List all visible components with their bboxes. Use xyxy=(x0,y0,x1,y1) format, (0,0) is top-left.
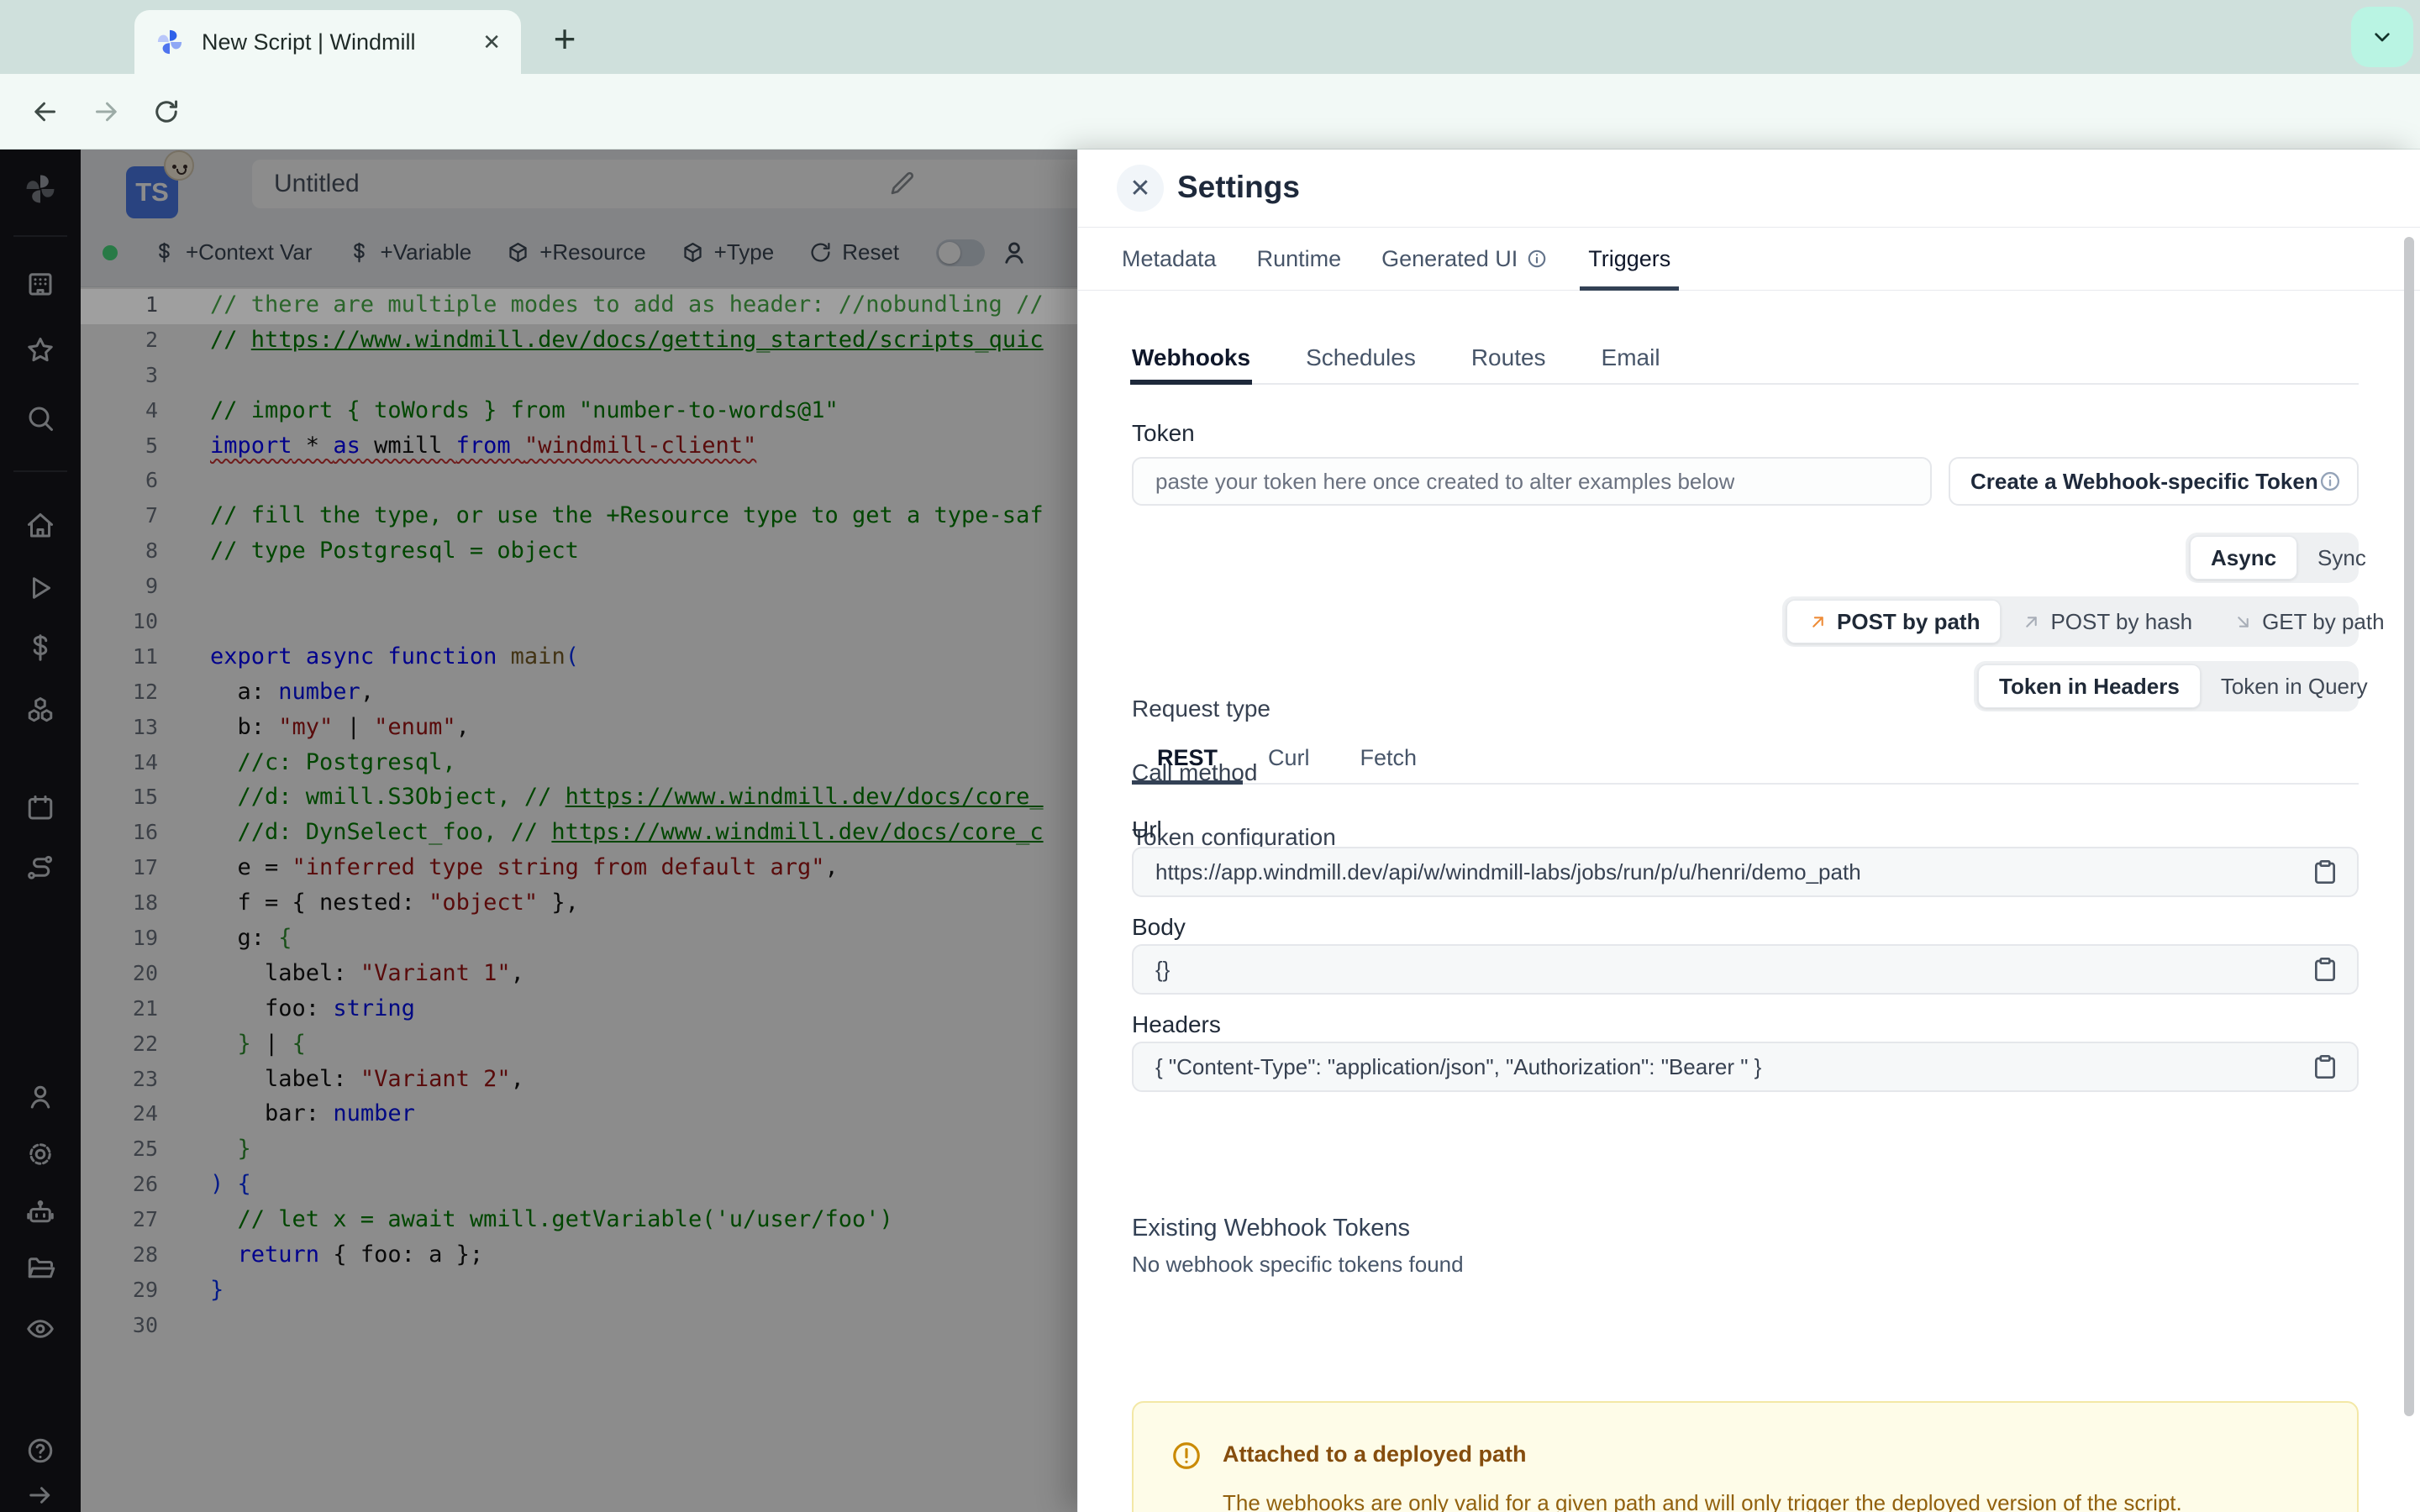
example-tabs: REST Curl Fetch xyxy=(1132,732,2359,785)
settings-drawer: ✕ Settings Metadata Runtime Generated UI Tr… xyxy=(1077,150,2420,1512)
option-label: Sync xyxy=(2317,544,2366,570)
option-async[interactable]: Async xyxy=(2190,536,2298,580)
arrow-up-right-icon xyxy=(1812,616,1823,627)
tab-label: Triggers xyxy=(1588,245,1671,271)
headers-value: { "Content-Type": "application/json", "A… xyxy=(1155,1053,1762,1079)
info-icon xyxy=(2320,471,2339,491)
option-label: GET by path xyxy=(2262,608,2385,634)
body-label: Body xyxy=(1132,914,1186,940)
browser-tab[interactable]: New Script | Windmill ✕ xyxy=(134,10,521,74)
tab-title: New Script | Windmill xyxy=(202,29,416,55)
info-icon xyxy=(1528,249,1546,268)
trigger-tab-webhooks[interactable]: Webhooks xyxy=(1129,333,1253,385)
request-type-toggle: Async Sync xyxy=(2186,533,2366,583)
token-placeholder: paste your token here once created to al… xyxy=(1155,468,1735,494)
copy-clipboard-icon[interactable] xyxy=(2312,956,2338,983)
option-get-by-path[interactable]: GET by path xyxy=(2212,601,2405,643)
url-field[interactable]: https://app.windmill.dev/api/w/windmill-… xyxy=(1132,847,2359,897)
trigger-tab-email[interactable]: Email xyxy=(1602,333,1660,383)
back-icon[interactable] xyxy=(30,97,60,127)
existing-tokens-empty: No webhook specific tokens found xyxy=(1132,1252,1464,1277)
tab-metadata[interactable]: Metadata xyxy=(1102,228,1237,290)
headers-label: Headers xyxy=(1132,1011,1221,1037)
option-sync[interactable]: Sync xyxy=(2297,537,2386,579)
tab-label: Generated UI xyxy=(1381,245,1518,271)
windmill-favicon-icon xyxy=(157,29,182,55)
reload-icon[interactable] xyxy=(151,97,182,127)
headers-field[interactable]: { "Content-Type": "application/json", "A… xyxy=(1132,1042,2359,1092)
body-value: {} xyxy=(1155,956,1171,982)
new-tab-button[interactable]: + xyxy=(544,17,585,60)
close-icon[interactable]: ✕ xyxy=(1117,165,1164,212)
token-label: Token xyxy=(1132,420,1195,446)
settings-tabs: Metadata Runtime Generated UI Triggers xyxy=(1078,227,2420,291)
screen: New Script | Windmill ✕ + app.windmill.d… xyxy=(0,0,2420,1512)
arrow-down-right-icon xyxy=(2238,616,2249,627)
body-field[interactable]: {} xyxy=(1132,944,2359,995)
existing-tokens-title: Existing Webhook Tokens xyxy=(1132,1215,1411,1242)
warning-body: The webhooks are only valid for a given … xyxy=(1223,1490,2182,1512)
alert-circle-icon xyxy=(1173,1442,1200,1469)
option-label: Token in Query xyxy=(2220,673,2368,699)
option-post-by-hash[interactable]: POST by hash xyxy=(2001,601,2212,643)
example-tab-fetch[interactable]: Fetch xyxy=(1335,732,1443,783)
token-configuration-toggle: Token in Headers Token in Query xyxy=(1974,661,2368,711)
url-value: https://app.windmill.dev/api/w/windmill-… xyxy=(1155,858,1861,885)
option-token-in-query[interactable]: Token in Query xyxy=(2201,665,2388,707)
tab-search-button[interactable] xyxy=(2351,7,2413,67)
trigger-tab-routes[interactable]: Routes xyxy=(1471,333,1546,383)
token-input[interactable]: paste your token here once created to al… xyxy=(1132,457,1932,506)
tab-close-icon[interactable]: ✕ xyxy=(482,29,501,55)
deployed-path-warning: Attached to a deployed path The webhooks… xyxy=(1132,1401,2359,1512)
example-tab-curl[interactable]: Curl xyxy=(1243,732,1335,783)
option-post-by-path[interactable]: POST by path xyxy=(1786,600,2002,643)
option-label: Async xyxy=(2211,544,2277,570)
forward-icon[interactable] xyxy=(91,97,121,127)
call-method-toggle: POST by path POST by hash GET by path xyxy=(1782,596,2385,647)
trigger-tabs: Webhooks Schedules Routes Email xyxy=(1129,333,2359,385)
option-label: POST by hash xyxy=(2050,608,2193,634)
browser-tab-strip: New Script | Windmill ✕ + xyxy=(0,0,2420,74)
settings-title: Settings xyxy=(1177,170,1300,204)
browser-toolbar: app.windmill.dev/scripts/add#JTdCJTIyaGF… xyxy=(0,74,2420,213)
app-area: TS Untitled +Context Var +Variable +Resour… xyxy=(0,150,2420,1512)
copy-clipboard-icon[interactable] xyxy=(2312,858,2338,885)
example-tab-rest[interactable]: REST xyxy=(1132,732,1244,785)
modal-dim-overlay xyxy=(0,150,1077,1512)
chevron-down-icon xyxy=(2375,33,2390,42)
copy-clipboard-icon[interactable] xyxy=(2312,1053,2338,1080)
option-label: Token in Headers xyxy=(1999,673,2180,699)
request-type-label: Request type xyxy=(1132,696,1270,722)
option-token-in-headers[interactable]: Token in Headers xyxy=(1978,664,2201,708)
tab-runtime[interactable]: Runtime xyxy=(1237,228,1362,290)
tab-generated-ui[interactable]: Generated UI xyxy=(1361,228,1568,290)
create-webhook-token-button[interactable]: Create a Webhook-specific Token xyxy=(1949,457,2359,506)
trigger-tab-schedules[interactable]: Schedules xyxy=(1306,333,1416,383)
tab-label: Runtime xyxy=(1256,245,1342,271)
option-label: POST by path xyxy=(1837,608,1981,634)
active-line-highlight xyxy=(81,289,1077,324)
warning-title: Attached to a deployed path xyxy=(1223,1441,1527,1467)
tab-triggers[interactable]: Triggers xyxy=(1568,228,1691,291)
drawer-scrollbar[interactable] xyxy=(2404,237,2414,1416)
url-label: Url xyxy=(1132,816,1162,843)
arrow-up-right-icon xyxy=(2026,616,2038,627)
create-webhook-token-label: Create a Webhook-specific Token xyxy=(1970,468,2318,494)
tab-label: Metadata xyxy=(1122,245,1217,271)
